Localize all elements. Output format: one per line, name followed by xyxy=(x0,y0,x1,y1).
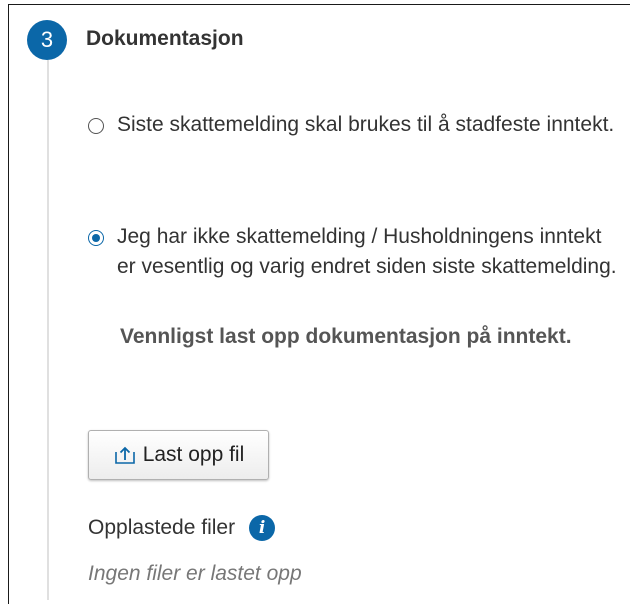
radio-button-unchecked[interactable] xyxy=(88,118,104,134)
uploaded-files-heading: Opplastede filer i xyxy=(88,515,276,541)
no-files-message: Ingen filer er lastet opp xyxy=(88,562,302,585)
upload-button-label: Last opp fil xyxy=(142,443,245,466)
step-connector-line xyxy=(47,60,49,600)
upload-instruction-note: Vennligst last opp dokumentasjon på innt… xyxy=(120,325,572,348)
uploaded-files-label: Opplastede filer xyxy=(88,516,236,539)
upload-file-button[interactable]: Last opp fil xyxy=(88,430,269,480)
step-number-badge: 3 xyxy=(27,20,67,60)
step-number: 3 xyxy=(40,27,54,52)
upload-icon xyxy=(113,443,137,467)
radio-option-no-tax-return[interactable]: Jeg har ikke skattemelding / Husholdning… xyxy=(88,222,617,282)
radio-option-label: Jeg har ikke skattemelding / Husholdning… xyxy=(117,225,617,278)
info-icon[interactable]: i xyxy=(249,515,276,541)
radio-option-tax-return[interactable]: Siste skattemelding skal brukes til å st… xyxy=(88,110,617,140)
section-frame xyxy=(8,4,630,604)
radio-button-checked[interactable] xyxy=(88,230,104,246)
radio-option-label: Siste skattemelding skal brukes til å st… xyxy=(117,113,615,136)
step-title: Dokumentasjon xyxy=(86,27,244,50)
